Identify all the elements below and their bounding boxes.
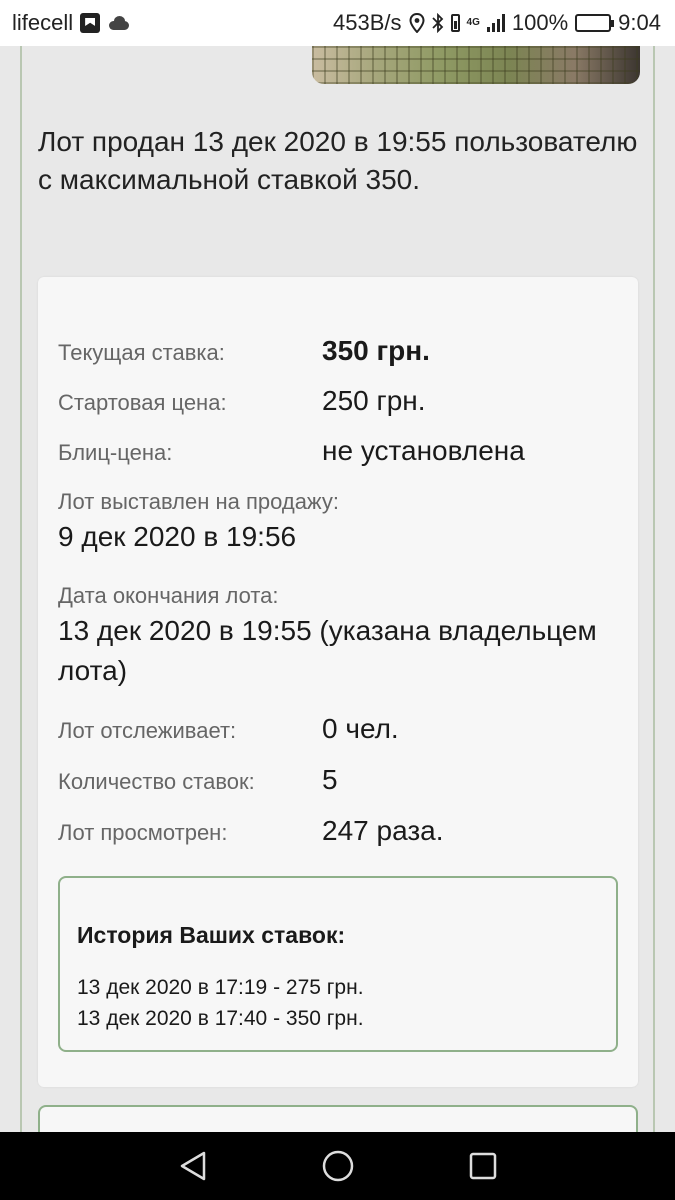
bids-count-label: Количество ставок: <box>58 769 255 794</box>
end-date-block: Дата окончания лота: 13 дек 2020 в 19:55… <box>58 581 618 691</box>
watchers-row: Лот отслеживает: 0 чел. <box>58 713 399 745</box>
home-icon <box>322 1150 353 1182</box>
list-item: 13 дек 2020 в 17:19 - 275 грн. <box>77 976 364 999</box>
end-date-value: 13 дек 2020 в 19:55 (указана владельцем … <box>58 615 597 686</box>
listed-label: Лот выставлен на продажу: <box>58 489 340 514</box>
back-icon <box>180 1151 205 1181</box>
listed-value: 9 дек 2020 в 19:56 <box>58 521 297 552</box>
network-speed: 453B/s <box>333 10 402 35</box>
views-label: Лот просмотрен: <box>58 820 228 845</box>
watchers-label: Лот отслеживает: <box>58 718 237 743</box>
battery-icon <box>575 14 615 32</box>
recents-button[interactable] <box>463 1146 503 1186</box>
recents-icon <box>469 1152 496 1180</box>
watchers-value: 0 чел. <box>322 713 399 744</box>
start-price-value: 250 грн. <box>322 385 426 416</box>
lot-photo[interactable] <box>312 46 640 84</box>
clock: 9:04 <box>618 10 661 35</box>
listed-block: Лот выставлен на продажу: 9 дек 2020 в 1… <box>58 487 618 557</box>
blitz-price-row: Блиц-цена: не установлена <box>58 435 525 467</box>
vibration-battery-icon <box>450 14 460 32</box>
views-value: 247 раза. <box>322 815 444 846</box>
blitz-price-label: Блиц-цена: <box>58 440 173 465</box>
signal-icon <box>486 14 505 32</box>
lot-details-card: Текущая ставка: 350 грн. Стартовая цена:… <box>38 277 638 1087</box>
current-bid-label: Текущая ставка: <box>58 340 225 365</box>
sim-icon <box>80 13 101 33</box>
views-row: Лот просмотрен: 247 раза. <box>58 815 444 847</box>
start-price-label: Стартовая цена: <box>58 390 227 415</box>
carrier-name: lifecell <box>12 10 74 35</box>
network-type: 4G <box>466 17 480 28</box>
back-button[interactable] <box>173 1146 213 1186</box>
status-bar: lifecell 453B/s 4G 100% 9:04 <box>0 0 675 46</box>
bluetooth-icon <box>431 13 443 33</box>
bid-history-title: История Ваших ставок: <box>77 922 346 948</box>
bids-count-value: 5 <box>322 764 338 795</box>
lot-page: Лот продан 13 дек 2020 в 19:55 пользоват… <box>20 46 655 1145</box>
start-price-row: Стартовая цена: 250 грн. <box>58 385 426 417</box>
home-button[interactable] <box>318 1146 358 1186</box>
blitz-price-value: не установлена <box>322 435 525 466</box>
current-bid-value: 350 грн. <box>322 335 430 366</box>
end-date-label: Дата окончания лота: <box>58 583 279 608</box>
bid-history-box: История Ваших ставок: 13 дек 2020 в 17:1… <box>58 876 618 1052</box>
bids-count-row: Количество ставок: 5 <box>58 764 338 796</box>
current-bid-row: Текущая ставка: 350 грн. <box>58 335 430 367</box>
battery-percent: 100% <box>511 10 569 35</box>
lot-sold-message: Лот продан 13 дек 2020 в 19:55 пользоват… <box>38 126 638 195</box>
location-pin-icon <box>409 13 425 33</box>
bid-history-list: 13 дек 2020 в 17:19 - 275 грн. 13 дек 20… <box>77 972 364 1034</box>
cloud-icon <box>107 16 131 30</box>
list-item: 13 дек 2020 в 17:40 - 350 грн. <box>77 1007 364 1030</box>
navigation-bar <box>0 1132 675 1200</box>
